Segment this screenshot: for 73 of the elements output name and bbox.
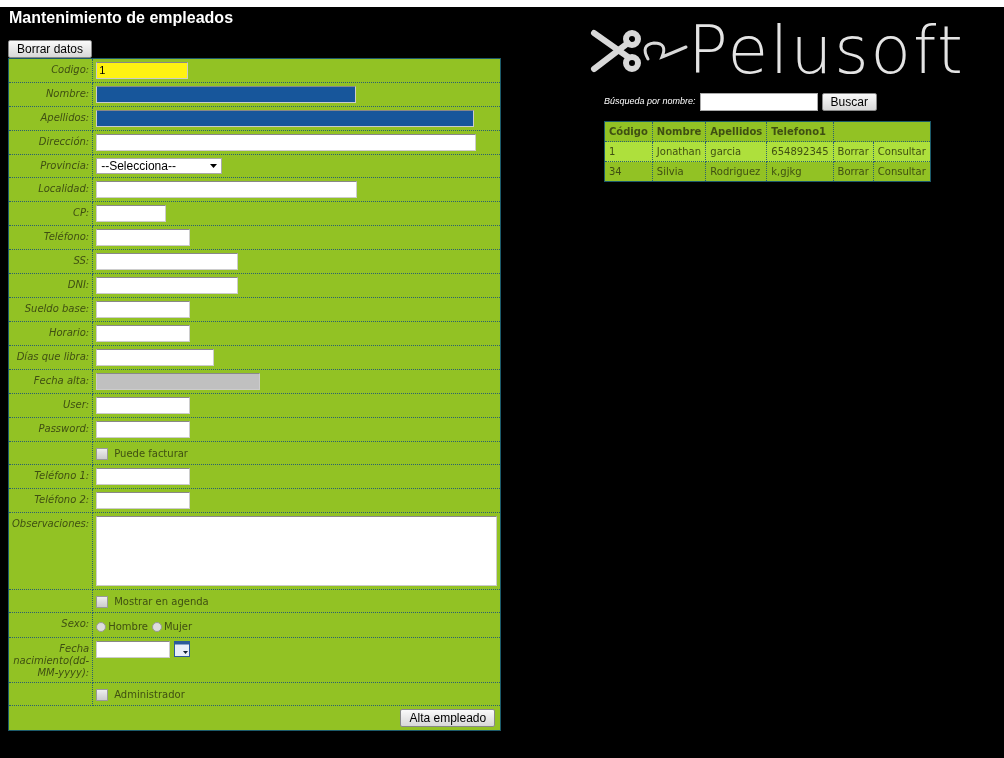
field-label: CP: <box>73 207 90 218</box>
table-cell: Jonathan <box>656 146 702 157</box>
page-title: Mantenimiento de empleados <box>9 8 235 28</box>
input-field[interactable] <box>96 397 191 414</box>
province-dropdown[interactable]: --Selecciona-- <box>96 158 223 174</box>
field-label: Password: <box>38 423 90 434</box>
field-label: DNI: <box>67 279 90 290</box>
date-field[interactable] <box>96 641 171 658</box>
input-field[interactable] <box>96 301 191 318</box>
radio-label: Hombre <box>108 621 148 632</box>
field-label: Sexo: <box>61 618 90 629</box>
radio-button[interactable] <box>152 622 162 632</box>
input-field[interactable] <box>96 134 477 151</box>
table-cell: 34 <box>609 166 622 177</box>
observations-field[interactable] <box>96 516 498 586</box>
field-label: SS: <box>73 255 90 266</box>
field-label: Fecha alta: <box>33 375 90 386</box>
input-field[interactable] <box>96 253 239 270</box>
field-label: Días que libra: <box>16 351 90 362</box>
table-cell: 1 <box>609 146 616 157</box>
checkbox-label: Administrador <box>114 689 185 700</box>
column-header: Código <box>604 121 653 142</box>
field-label: Teléfono 1: <box>34 470 90 481</box>
field-label: Dirección: <box>38 136 90 147</box>
input-field[interactable] <box>96 277 239 294</box>
field-label: Provincia: <box>40 160 90 171</box>
field-label: Sueldo base: <box>24 303 90 314</box>
table-cell: 654892345 <box>771 146 829 157</box>
checkbox[interactable] <box>96 596 109 608</box>
field-label: Nombre: <box>45 88 90 99</box>
checkbox-label: Puede facturar <box>114 448 188 459</box>
table-cell: Silvia <box>656 166 684 177</box>
checkbox[interactable] <box>96 448 109 460</box>
caret-icon <box>210 164 218 168</box>
checkbox[interactable] <box>96 689 109 701</box>
field-label: User: <box>63 399 90 410</box>
field-label: Teléfono: <box>43 231 90 242</box>
result-row[interactable]: 1 Jonathan garcia 654892345 Borrar Consultar <box>604 141 931 162</box>
field-label: Codigo: <box>51 64 90 75</box>
input-field[interactable] <box>96 492 191 509</box>
field-label: Apellidos: <box>40 112 90 123</box>
column-header: Telefono1 <box>766 121 834 142</box>
input-field[interactable] <box>96 468 191 485</box>
input-field[interactable] <box>96 110 475 127</box>
checkbox-label: Mostrar en agenda <box>114 596 209 607</box>
column-header: Apellidos <box>705 121 767 142</box>
clear-button[interactable]: Borrar datos <box>8 40 93 58</box>
input-field[interactable]: 1 <box>96 62 189 79</box>
radio-button[interactable] <box>96 622 107 632</box>
table-cell: Rodriguez <box>710 166 761 177</box>
input-field[interactable] <box>96 181 358 198</box>
table-cell: k,gjkg <box>771 166 802 177</box>
input-field[interactable] <box>96 229 191 246</box>
column-header: Nombre <box>652 121 706 142</box>
input-field[interactable] <box>96 325 191 342</box>
input-field[interactable] <box>96 205 167 222</box>
input-field[interactable] <box>96 349 215 366</box>
search-label: Búsqueda por nombre: <box>604 95 696 109</box>
input-field[interactable] <box>96 421 191 438</box>
field-label: Fecha nacimiento(dd-MM-yyyy): <box>13 643 90 678</box>
field-label: Localidad: <box>38 183 90 194</box>
field-label: Observaciones: <box>12 518 90 529</box>
search-button[interactable]: Buscar <box>821 93 877 111</box>
field-label: Horario: <box>48 327 90 338</box>
input-field[interactable] <box>96 86 357 103</box>
radio-label: Mujer <box>164 621 192 632</box>
logo-text: Pelusoft <box>688 16 965 86</box>
submit-button[interactable]: Alta empleado <box>400 709 496 727</box>
search-field[interactable] <box>699 93 818 111</box>
table-cell: garcia <box>710 146 742 157</box>
result-row[interactable]: 34 Silvia Rodriguez k,gjkg Borrar Consultar <box>604 161 931 182</box>
calendar-icon[interactable] <box>174 641 191 657</box>
field-label: Teléfono 2: <box>34 494 90 505</box>
